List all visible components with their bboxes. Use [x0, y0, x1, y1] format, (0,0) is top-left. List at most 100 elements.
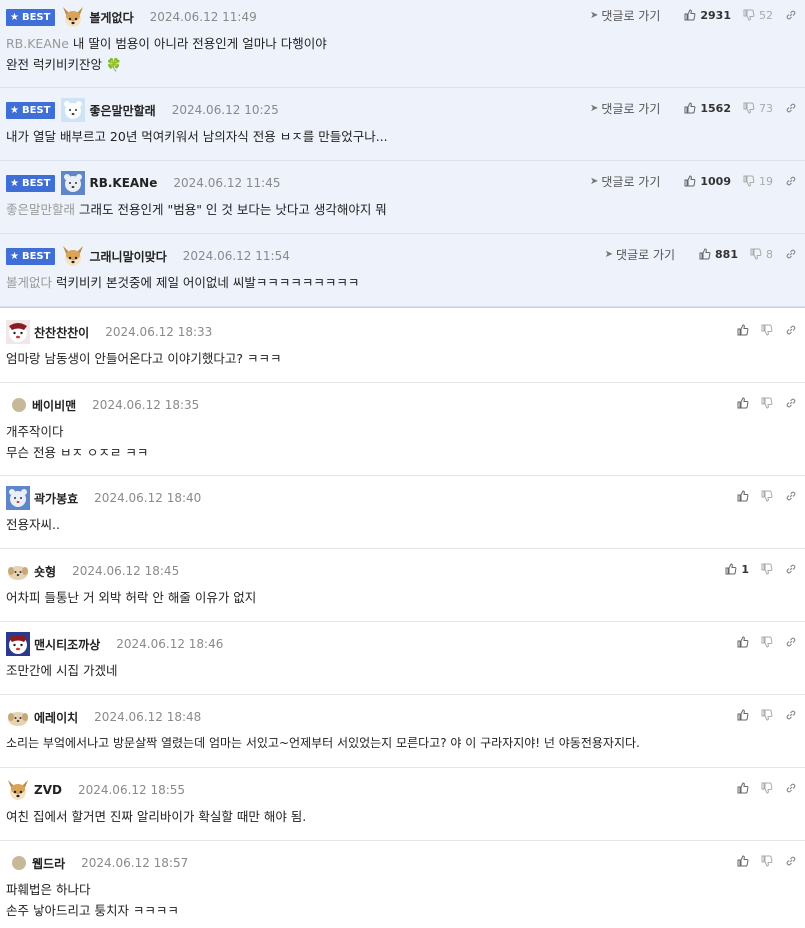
comment-nick[interactable]: 찬찬찬찬이 [34, 324, 89, 341]
comment-nick[interactable]: 에레이치 [34, 709, 78, 726]
comment-body: 여친 집에서 할거면 진짜 알리바이가 확실할 때만 해야 됨. [6, 809, 307, 824]
downvote-button[interactable]: 8 [750, 248, 773, 261]
best-badge: ★ BEST [6, 101, 56, 119]
thumbs-down-icon [750, 248, 762, 260]
downvote-button[interactable] [761, 324, 773, 336]
thumbs-up-icon [737, 397, 749, 409]
goto-comment-button[interactable]: ➤ 댓글로 가기 [590, 100, 660, 117]
dog-avatar-icon[interactable] [61, 244, 85, 268]
bear-avatar-icon[interactable] [61, 171, 86, 195]
clover-icon: 🍀 [105, 57, 122, 72]
downvote-button[interactable] [761, 563, 773, 575]
downvote-button[interactable]: 19 [743, 175, 773, 188]
upvote-button[interactable] [737, 490, 749, 502]
tiger-avatar-icon[interactable] [6, 632, 30, 656]
thumbs-down-icon [761, 563, 773, 575]
polar-bear-avatar-icon[interactable] [61, 98, 86, 122]
puppy-avatar-icon[interactable] [6, 559, 30, 583]
comment-date: 2024.06.12 11:49 [149, 10, 257, 24]
thumbs-up-icon [684, 9, 696, 21]
comment: 맨시티조까상 2024.06.12 18:46 조만간에 시집 가겠네 [0, 622, 805, 695]
link-button[interactable] [785, 175, 797, 187]
link-button[interactable] [785, 9, 797, 21]
comment-date: 2024.06.12 18:35 [92, 398, 200, 412]
link-icon [786, 564, 796, 574]
comment-body: 개주작이다 무슨 전용 ㅂㅈ ㅇㅈㄹ ㅋㅋ [6, 424, 149, 460]
upvote-button[interactable] [737, 324, 749, 336]
upvote-button[interactable] [737, 636, 749, 648]
thumbs-up-icon [737, 490, 749, 502]
arrow-icon: ➤ [604, 248, 614, 260]
link-icon [786, 856, 796, 866]
downvote-button[interactable] [761, 397, 773, 409]
link-button[interactable] [785, 490, 797, 502]
comment-nick[interactable]: 그래니말이맞다 [89, 248, 166, 265]
comment: 곽가봉효 2024.06.12 18:40 전용자씨.. [0, 476, 805, 549]
comment-mention[interactable]: 볼게없다 [6, 275, 52, 290]
thumbs-up-icon [699, 248, 711, 260]
bear-avatar-icon[interactable] [6, 486, 30, 510]
comment-nick[interactable]: 숏형 [34, 563, 56, 580]
thumbs-down-icon [761, 490, 773, 502]
goto-comment-button[interactable]: ➤ 댓글로 가기 [590, 173, 660, 190]
thumbs-up-icon [737, 636, 749, 648]
downvote-button[interactable] [761, 709, 773, 721]
link-button[interactable] [785, 636, 797, 648]
comment-body: 전용자씨.. [6, 517, 60, 532]
dog-avatar-icon[interactable] [6, 778, 30, 802]
upvote-button[interactable] [737, 782, 749, 794]
comment-nick[interactable]: 곽가봉효 [34, 490, 78, 507]
link-button[interactable] [785, 248, 797, 260]
comment-nick[interactable]: 베이비맨 [32, 397, 76, 414]
comment: ZVD 2024.06.12 18:55 여친 집에서 할거면 진짜 알리바이가… [0, 768, 805, 841]
upvote-button[interactable] [737, 855, 749, 867]
dog-avatar-icon[interactable] [61, 5, 85, 29]
link-button[interactable] [785, 397, 797, 409]
comment-body: 내가 열달 배부르고 20년 먹여키워서 남의자식 전용 ㅂㅈ를 만들었구나..… [6, 129, 388, 144]
best-comment: ★ BEST 그래니말이맞다 2024.06.12 11:54 ➤ 댓글로 가기 8… [0, 234, 805, 307]
goto-comment-button[interactable]: ➤ 댓글로 가기 [605, 246, 675, 263]
link-icon [786, 103, 796, 113]
comment-mention[interactable]: RB.KEANe [6, 36, 69, 51]
goto-comment-button[interactable]: ➤ 댓글로 가기 [590, 7, 660, 24]
comment-mention[interactable]: 좋은말만할래 [6, 202, 75, 217]
thumbs-up-icon [725, 563, 737, 575]
comment-nick[interactable]: ZVD [34, 783, 62, 797]
upvote-button[interactable] [737, 397, 749, 409]
upvote-button[interactable]: 1562 [684, 102, 731, 115]
link-button[interactable] [785, 855, 797, 867]
best-badge: ★ BEST [6, 174, 56, 192]
upvote-button[interactable]: 881 [699, 248, 738, 261]
link-button[interactable] [785, 709, 797, 721]
comment-nick[interactable]: RB.KEANe [89, 176, 157, 190]
upvote-button[interactable] [737, 709, 749, 721]
comment-nick[interactable]: 좋은말만할래 [89, 102, 155, 119]
star-icon: ★ [10, 177, 19, 189]
link-icon [786, 10, 796, 20]
link-button[interactable] [785, 563, 797, 575]
puppy-avatar-icon[interactable] [6, 705, 30, 729]
tiger-avatar-icon[interactable] [6, 320, 30, 344]
thumbs-up-icon [737, 709, 749, 721]
upvote-button[interactable]: 1009 [684, 175, 731, 188]
default-avatar-icon[interactable] [10, 851, 28, 875]
link-icon [786, 325, 796, 335]
downvote-button[interactable] [761, 490, 773, 502]
comment-nick[interactable]: 웹드라 [32, 855, 65, 872]
downvote-button[interactable] [761, 636, 773, 648]
downvote-button[interactable] [761, 782, 773, 794]
comment-body: 어차피 들통난 거 외박 허락 안 해줄 이유가 없지 [6, 590, 257, 605]
link-button[interactable] [785, 782, 797, 794]
upvote-button[interactable]: 2931 [684, 9, 731, 22]
upvote-button[interactable]: 1 [725, 563, 749, 576]
link-button[interactable] [785, 324, 797, 336]
downvote-button[interactable] [761, 855, 773, 867]
thumbs-down-icon [761, 324, 773, 336]
link-button[interactable] [785, 102, 797, 114]
comment-nick[interactable]: 볼게없다 [89, 9, 133, 26]
comment-body: 엄마랑 남동생이 안들어온다고 이야기했다고? ㅋㅋㅋ [6, 351, 282, 366]
downvote-button[interactable]: 52 [743, 9, 773, 22]
default-avatar-icon[interactable] [10, 393, 28, 417]
downvote-button[interactable]: 73 [743, 102, 773, 115]
comment-nick[interactable]: 맨시티조까상 [34, 636, 100, 653]
